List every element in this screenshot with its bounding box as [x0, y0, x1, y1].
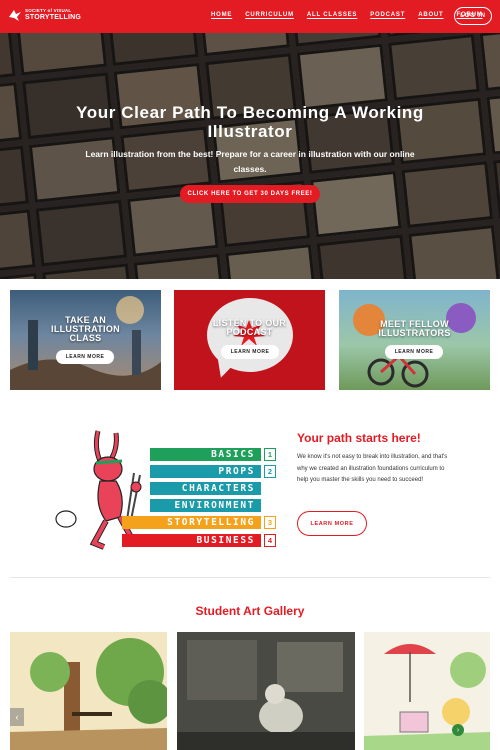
chevron-left-icon[interactable]: ‹	[10, 708, 24, 726]
nav-curriculum[interactable]: CURRICULUM	[245, 12, 294, 18]
logo-text-line2: STORYTELLING	[25, 13, 82, 21]
hero-subtitle: Learn illustration from the best! Prepar…	[85, 149, 415, 174]
step-number: 3	[264, 516, 276, 529]
card-learn-more-button[interactable]: LEARN MORE	[221, 345, 279, 359]
card-learn-more-button[interactable]: LEARN MORE	[56, 350, 114, 364]
card-illustrators-art	[353, 303, 476, 388]
hero-title: Your Clear Path To Becoming A Working Il…	[76, 103, 424, 141]
path-description: We know it's not easy to break into illu…	[297, 454, 448, 483]
step-number: 1	[264, 448, 276, 461]
nav-all-classes[interactable]: ALL CLASSES	[307, 12, 357, 18]
card-title: TAKE AN ILLUSTRATION CLASS	[51, 315, 120, 343]
curriculum-learn-more-button[interactable]: LEARN MORE	[297, 511, 367, 536]
nav-home[interactable]: HOME	[211, 12, 232, 18]
step-basics: BASICS	[150, 448, 261, 461]
free-trial-button[interactable]: CLICK HERE TO GET 30 DAYS FREE!	[180, 185, 320, 203]
step-number: 2	[264, 465, 276, 478]
main-menu: HOME CURRICULUM ALL CLASSES PODCAST ABOU…	[211, 12, 496, 18]
card-illustrators[interactable]: MEET FELLOW ILLUSTRATORS LEARN MORE	[339, 290, 490, 390]
card-title: MEET FELLOW ILLUSTRATORS	[378, 319, 451, 338]
step-props: PROPS	[150, 465, 261, 478]
nav-about[interactable]: ABOUT	[418, 12, 443, 18]
nav-podcast[interactable]: PODCAST	[370, 12, 405, 18]
login-button[interactable]: LOG IN	[454, 7, 492, 25]
gallery-image[interactable]	[177, 632, 355, 750]
gallery-title: Student Art Gallery	[195, 604, 305, 618]
step-number: 4	[264, 534, 276, 547]
chevron-right-icon[interactable]: ›	[452, 724, 464, 736]
section-divider	[10, 577, 490, 578]
gallery-image[interactable]: ›	[364, 632, 490, 750]
card-illustration-class[interactable]: TAKE AN ILLUSTRATION CLASS LEARN MORE	[10, 290, 161, 390]
card-learn-more-button[interactable]: LEARN MORE	[385, 345, 443, 359]
step-storytelling: STORYTELLING	[122, 516, 261, 529]
step-environment: ENVIRONMENT	[150, 499, 261, 512]
hero-banner: Your Clear Path To Becoming A Working Il…	[0, 33, 500, 279]
card-title: LISTEN TO OUR PODCAST	[212, 318, 287, 337]
logo-bird-icon	[9, 10, 21, 21]
card-podcast[interactable]: LISTEN TO OUR PODCAST LEARN MORE	[174, 290, 325, 390]
step-characters: CHARACTERS	[150, 482, 261, 495]
step-business: BUSINESS	[122, 534, 261, 547]
top-nav: SOCIETY of VISUAL STORYTELLING HOME CURR…	[0, 0, 500, 33]
gallery-image[interactable]: ‹	[10, 632, 167, 750]
site-logo[interactable]: SOCIETY of VISUAL STORYTELLING	[8, 8, 81, 22]
path-title: Your path starts here!	[297, 431, 421, 445]
